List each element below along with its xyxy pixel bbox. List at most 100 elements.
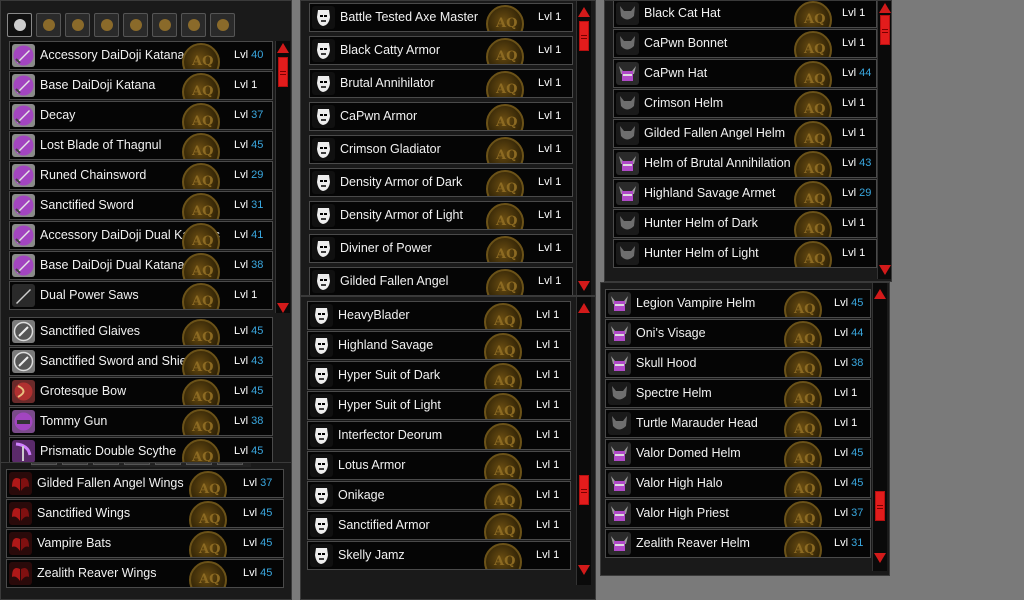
item-row[interactable]: Gilded Fallen Angel Helm Lvl 1 xyxy=(613,119,877,148)
item-row[interactable]: Sanctified Wings Lvl 45 xyxy=(6,499,284,528)
item-row[interactable]: Oni's Visage Lvl 44 xyxy=(605,319,871,348)
item-row[interactable]: Crimson Gladiator Lvl 1 xyxy=(309,135,573,164)
sword-icon[interactable] xyxy=(7,13,32,37)
scroll-thumb[interactable] xyxy=(579,475,589,505)
category-tab[interactable] xyxy=(186,463,212,465)
item-row[interactable]: Hunter Helm of Dark Lvl 1 xyxy=(613,209,877,238)
item-row[interactable]: Gilded Fallen Angel Wings Lvl 37 xyxy=(6,469,284,498)
item-row[interactable]: Skelly Jamz Lvl 1 xyxy=(307,541,571,570)
item-row[interactable]: Spectre Helm Lvl 1 xyxy=(605,379,871,408)
scroll-up-arrow-icon[interactable] xyxy=(578,7,590,17)
food-icon[interactable] xyxy=(210,13,235,37)
scroll-down-arrow-icon[interactable] xyxy=(578,281,590,291)
helms-top-scrollbar[interactable] xyxy=(877,1,891,279)
scroll-down-arrow-icon[interactable] xyxy=(277,303,289,313)
item-row[interactable]: Legion Vampire Helm Lvl 45 xyxy=(605,289,871,318)
item-row[interactable]: Crimson Helm Lvl 1 xyxy=(613,89,877,118)
item-row[interactable]: Decay Lvl 37 xyxy=(9,101,273,130)
scroll-down-arrow-icon[interactable] xyxy=(879,265,891,275)
item-row[interactable]: Gilded Fallen Angel Lvl 1 xyxy=(309,267,573,295)
item-row[interactable]: Sanctified Armor Lvl 1 xyxy=(307,511,571,540)
scroll-up-arrow-icon[interactable] xyxy=(277,43,289,53)
item-row[interactable]: Sanctified Sword Lvl 31 xyxy=(9,191,273,220)
item-row[interactable]: Onikage Lvl 1 xyxy=(307,481,571,510)
item-row[interactable]: Hyper Suit of Dark Lvl 1 xyxy=(307,361,571,390)
pet-icon[interactable] xyxy=(123,13,148,37)
level-text: Lvl 45 xyxy=(243,537,272,549)
item-row[interactable]: Black Cat Hat Lvl 1 xyxy=(613,1,877,28)
armor-icon[interactable] xyxy=(36,13,61,37)
item-row[interactable]: CaPwn Hat Lvl 44 xyxy=(613,59,877,88)
scroll-down-arrow-icon[interactable] xyxy=(874,553,886,563)
item-row[interactable]: Accessory DaiDoji Katana Lvl 40 xyxy=(9,41,273,70)
item-row[interactable]: Valor High Priest Lvl 37 xyxy=(605,499,871,528)
amulet-icon[interactable] xyxy=(152,13,177,37)
level-text: Lvl 38 xyxy=(234,259,263,271)
item-row[interactable]: Highland Savage Lvl 1 xyxy=(307,331,571,360)
item-row[interactable]: Density Armor of Dark Lvl 1 xyxy=(309,168,573,197)
scroll-up-arrow-icon[interactable] xyxy=(879,3,891,13)
item-row[interactable]: Black Catty Armor Lvl 1 xyxy=(309,36,573,65)
helm-icon[interactable] xyxy=(65,13,90,37)
aq-coin-icon xyxy=(182,103,220,129)
scroll-up-arrow-icon[interactable] xyxy=(874,289,886,299)
category-tab[interactable] xyxy=(217,463,243,465)
bag-icon[interactable] xyxy=(181,13,206,37)
category-tab[interactable] xyxy=(155,463,181,465)
category-tab[interactable] xyxy=(93,463,119,465)
item-row[interactable]: Zealith Reaver Helm Lvl 31 xyxy=(605,529,871,558)
item-row[interactable]: Vampire Bats Lvl 45 xyxy=(6,529,284,558)
item-row[interactable]: Lotus Armor Lvl 1 xyxy=(307,451,571,480)
item-row[interactable]: Dual Power Saws Lvl 1 xyxy=(9,281,273,310)
item-row[interactable]: CaPwn Bonnet Lvl 1 xyxy=(613,29,877,58)
category-tab[interactable] xyxy=(124,463,150,465)
item-row[interactable]: Sanctified Glaives Lvl 45 xyxy=(9,317,273,346)
level-value: 43 xyxy=(859,157,872,169)
helms-bottom-scrollbar[interactable] xyxy=(872,283,887,571)
category-tab[interactable] xyxy=(31,463,57,465)
item-row[interactable]: Base DaiDoji Katana Lvl 1 xyxy=(9,71,273,100)
item-row[interactable]: Accessory DaiDoji Dual KatanasLvl 41 xyxy=(9,221,273,250)
item-row[interactable]: Helm of Brutal Annihilation Lvl 43 xyxy=(613,149,877,178)
item-row[interactable]: Base DaiDoji Dual Katanas Lvl 38 xyxy=(9,251,273,280)
item-row[interactable]: Turtle Marauder Head Lvl 1 xyxy=(605,409,871,438)
katana-icon xyxy=(12,74,35,97)
scroll-up-arrow-icon[interactable] xyxy=(578,303,590,313)
item-row[interactable]: Lost Blade of Thagnul Lvl 45 xyxy=(9,131,273,160)
armors-bottom-scrollbar[interactable] xyxy=(576,297,591,585)
level-value: 37 xyxy=(251,109,264,121)
item-row[interactable]: Grotesque Bow Lvl 45 xyxy=(9,377,273,406)
item-row[interactable]: HeavyBlader Lvl 1 xyxy=(307,301,571,330)
level-label: Lvl xyxy=(234,169,252,181)
item-row[interactable]: Tommy Gun Lvl 38 xyxy=(9,407,273,436)
scroll-thumb[interactable] xyxy=(880,15,890,45)
item-row[interactable]: Interfector Deorum Lvl 1 xyxy=(307,421,571,450)
item-row[interactable]: Hunter Helm of Light Lvl 1 xyxy=(613,239,877,268)
scroll-down-arrow-icon[interactable] xyxy=(578,565,590,575)
gun-icon xyxy=(12,410,35,433)
item-row[interactable]: Brutal Annihilator Lvl 1 xyxy=(309,69,573,98)
aq-coin-icon xyxy=(784,381,822,407)
item-row[interactable]: Diviner of Power Lvl 1 xyxy=(309,234,573,263)
item-row[interactable]: CaPwn Armor Lvl 1 xyxy=(309,102,573,131)
item-row[interactable]: Density Armor of Light Lvl 1 xyxy=(309,201,573,230)
scroll-thumb[interactable] xyxy=(278,57,288,87)
item-row[interactable]: Valor Domed Helm Lvl 45 xyxy=(605,439,871,468)
item-name: Hyper Suit of Dark xyxy=(338,368,441,382)
item-row[interactable]: Skull Hood Lvl 38 xyxy=(605,349,871,378)
cape-icon[interactable] xyxy=(94,13,119,37)
category-tab[interactable] xyxy=(62,463,88,465)
item-row[interactable]: Hyper Suit of Light Lvl 1 xyxy=(307,391,571,420)
scroll-thumb[interactable] xyxy=(579,21,589,51)
level-value: 1 xyxy=(851,417,858,429)
armors-top-scrollbar[interactable] xyxy=(576,1,591,295)
item-row[interactable]: Valor High Halo Lvl 45 xyxy=(605,469,871,498)
weapons-scrollbar[interactable] xyxy=(275,41,290,313)
item-row[interactable]: Sanctified Sword and Shield Lvl 43 xyxy=(9,347,273,376)
item-row[interactable]: Highland Savage Armet Lvl 29 xyxy=(613,179,877,208)
item-row[interactable]: Battle Tested Axe Master Lvl 1 xyxy=(309,3,573,32)
scroll-thumb[interactable] xyxy=(875,491,885,521)
level-text: Lvl 1 xyxy=(538,77,561,89)
item-row[interactable]: Zealith Reaver Wings Lvl 45 xyxy=(6,559,284,588)
item-row[interactable]: Runed Chainsword Lvl 29 xyxy=(9,161,273,190)
